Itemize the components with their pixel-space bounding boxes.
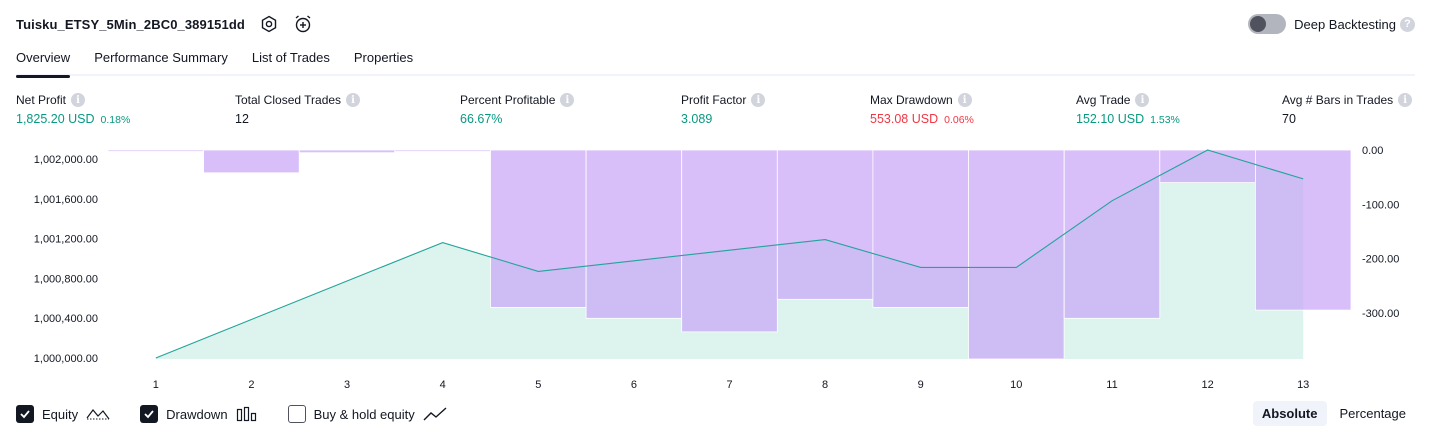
left-axis-tick-label: 1,000,400.00	[34, 313, 98, 325]
gear-icon[interactable]	[259, 14, 279, 34]
x-axis-tick-label: 9	[918, 379, 924, 391]
legend-buy-hold[interactable]: Buy & hold equity	[287, 405, 447, 423]
x-axis-tick-label: 3	[344, 379, 350, 391]
x-axis-tick-label: 4	[440, 379, 446, 391]
metric-net-profit: Net Profit i 1,825.20 USD 0.18%	[16, 93, 130, 126]
right-axis-tick-label: -200.00	[1362, 254, 1399, 266]
metric-label: Percent Profitable	[460, 93, 556, 107]
x-axis-tick-label: 13	[1297, 379, 1309, 391]
metric-percent-profitable: Percent Profitable i 66.67%	[460, 93, 575, 126]
metric-value: 1,825.20 USD	[16, 112, 95, 126]
right-axis-tick-label: -300.00	[1362, 308, 1399, 320]
drawdown-bar	[203, 149, 300, 174]
buy-hold-checkbox[interactable]	[287, 405, 306, 423]
metric-percent: 0.06%	[944, 114, 974, 126]
info-icon[interactable]: i	[1135, 93, 1150, 107]
metric-avg-trade: Avg Trade i 152.10 USD 1.53%	[1076, 93, 1180, 126]
chart-legend: Equity Drawdown Buy & hold equity	[16, 402, 477, 426]
drawdown-bar	[776, 149, 874, 300]
drawdown-bar	[298, 149, 396, 154]
tab-performance-summary[interactable]: Performance Summary	[94, 46, 228, 76]
info-icon[interactable]: i	[560, 93, 575, 107]
metric-label: Net Profit	[16, 93, 67, 107]
percentage-button[interactable]: Percentage	[1331, 401, 1416, 426]
drawdown-bar	[1159, 149, 1256, 183]
metric-avg-bars-in-trades: Avg # Bars in Trades i 70	[1282, 93, 1413, 126]
x-axis-tick-label: 11	[1106, 379, 1117, 391]
x-axis-tick-label: 8	[822, 379, 828, 391]
equity-checkbox[interactable]	[16, 405, 34, 423]
info-icon[interactable]: i	[751, 93, 766, 107]
help-icon[interactable]: ?	[1400, 16, 1415, 32]
deep-backtesting-control: Deep Backtesting ?	[1248, 12, 1415, 36]
metric-value: 70	[1282, 112, 1296, 126]
deep-backtesting-toggle[interactable]	[1248, 14, 1287, 34]
metric-percent: 0.18%	[100, 114, 131, 126]
equity-drawdown-chart[interactable]: 1,000,000.00 1,000,400.00 1,000,800.00 1,00…	[0, 140, 1431, 395]
metric-label: Max Drawdown	[870, 93, 953, 107]
metric-value: 152.10 USD	[1076, 112, 1145, 126]
x-axis-tick-label: 1	[153, 379, 159, 391]
metric-value: 553.08 USD	[870, 112, 939, 126]
tab-list-of-trades[interactable]: List of Trades	[252, 46, 330, 76]
metric-value: 12	[235, 112, 249, 126]
tab-overview[interactable]: Overview	[16, 46, 71, 78]
legend-label: Equity	[42, 406, 79, 422]
metric-value: 3.089	[681, 112, 713, 126]
line-icon	[423, 406, 447, 422]
x-axis-tick-label: 7	[726, 379, 732, 391]
drawdown-checkbox[interactable]	[140, 405, 159, 423]
metric-percent: 1.53%	[1150, 114, 1180, 126]
deep-backtesting-label: Deep Backtesting	[1294, 16, 1396, 32]
metrics-row: Net Profit i 1,825.20 USD 0.18% Total Clos…	[16, 93, 1415, 133]
value-mode-switch: Absolute Percentage	[1249, 401, 1415, 426]
info-icon[interactable]: i	[71, 93, 86, 107]
x-axis-tick-label: 6	[631, 379, 637, 391]
legend-label: Drawdown	[166, 406, 228, 422]
metric-label: Total Closed Trades	[235, 93, 342, 107]
x-axis-tick-label: 12	[1201, 379, 1213, 391]
drawdown-bar	[1063, 149, 1161, 319]
left-axis-tick-label: 1,001,600.00	[34, 194, 98, 206]
metric-label: Avg # Bars in Trades	[1282, 93, 1394, 107]
drawdown-bar	[681, 149, 778, 333]
left-axis-tick-label: 1,001,200.00	[34, 234, 98, 246]
bars-icon	[236, 406, 258, 422]
drawdown-bar	[394, 149, 491, 152]
info-icon[interactable]: i	[1398, 93, 1413, 107]
drawdown-bar	[872, 149, 969, 308]
drawdown-bar	[107, 149, 204, 152]
alarm-clock-plus-icon[interactable]	[293, 14, 313, 34]
strategy-title: Tuisku_ETSY_5Min_2BC0_389151dd	[16, 16, 245, 32]
right-axis-tick-label: 0.00	[1362, 145, 1383, 157]
metric-max-drawdown: Max Drawdown i 553.08 USD 0.06%	[870, 93, 974, 126]
left-axis-tick-label: 1,002,000.00	[34, 154, 98, 166]
left-axis-tick-label: 1,000,800.00	[34, 273, 98, 285]
x-axis-tick-label: 2	[248, 379, 254, 391]
toggle-knob	[1250, 16, 1267, 32]
tab-properties[interactable]: Properties	[354, 46, 413, 76]
left-axis-tick-label: 1,000,000.00	[34, 353, 98, 365]
drawdown-bar	[585, 149, 683, 319]
drawdown-bar	[490, 149, 587, 308]
absolute-button[interactable]: Absolute	[1252, 401, 1327, 426]
info-icon[interactable]: i	[957, 93, 972, 107]
metric-profit-factor: Profit Factor i 3.089	[681, 93, 766, 126]
metric-label: Avg Trade	[1076, 93, 1131, 107]
right-axis-tick-label: -100.00	[1362, 199, 1399, 211]
strategy-header: Tuisku_ETSY_5Min_2BC0_389151dd	[16, 12, 313, 36]
drawdown-bar	[968, 149, 1065, 360]
area-line-icon	[86, 406, 110, 422]
x-axis-tick-label: 5	[535, 379, 541, 391]
legend-label: Buy & hold equity	[313, 406, 415, 422]
legend-drawdown[interactable]: Drawdown	[140, 405, 257, 423]
metric-total-closed-trades: Total Closed Trades i 12	[235, 93, 361, 126]
tab-bar: Overview Performance Summary List of Tra…	[16, 46, 1415, 78]
metric-value: 66.67%	[460, 112, 503, 126]
info-icon[interactable]: i	[346, 93, 361, 107]
x-axis-tick-label: 10	[1010, 379, 1022, 391]
legend-equity[interactable]: Equity	[16, 405, 110, 423]
drawdown-bar	[1255, 149, 1352, 311]
metric-label: Profit Factor	[681, 93, 747, 107]
